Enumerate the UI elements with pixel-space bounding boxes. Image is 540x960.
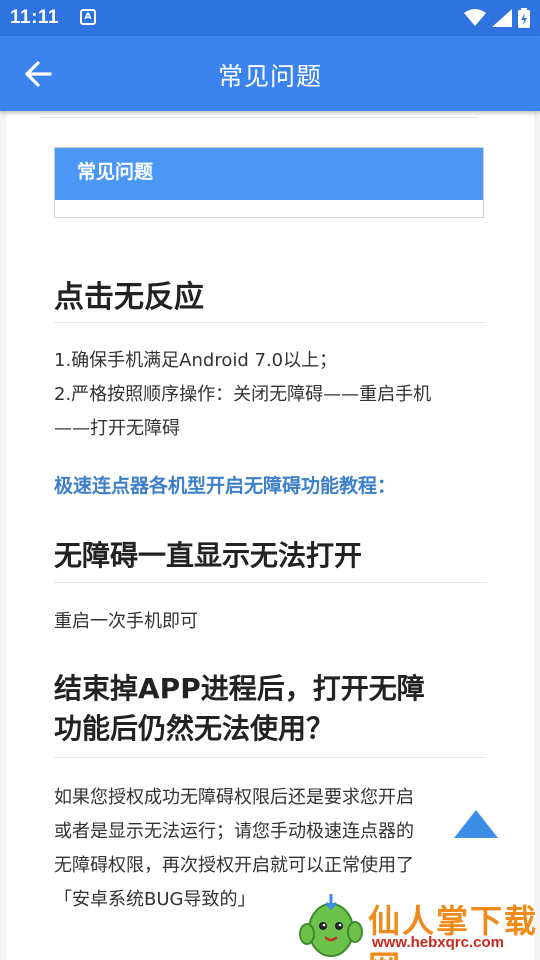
text-line: 2.严格按照顺序操作：关闭无障碍——重启手机 (54, 384, 432, 405)
divider (54, 757, 486, 758)
signal-icon (492, 9, 512, 27)
watermark-url: www.hebxqrc.com (372, 934, 504, 951)
status-icons (464, 6, 530, 30)
status-bar: 11:11 A (0, 0, 540, 36)
heading-line: 功能后仍然无法使用？ (54, 712, 335, 745)
section-heading: 无障碍一直显示无法打开 (54, 539, 363, 572)
text-line: 重启一次手机即可 (54, 611, 198, 632)
battery-icon (518, 8, 530, 28)
section-text: 重启一次手机即可 (54, 605, 494, 639)
text-line: 或者是显示无法运行；请您手动极速连点器的 (54, 821, 414, 842)
scroll-to-top-button[interactable] (452, 808, 500, 842)
app-bar: 常见问题 (0, 36, 540, 111)
cactus-mascot-icon (299, 894, 363, 957)
divider (40, 117, 478, 118)
section-heading: 点击无反应 (54, 280, 204, 315)
text-line: 1.确保手机满足Android 7.0以上； (54, 350, 338, 371)
faq-box-header: 常见问题 (55, 148, 483, 200)
section-heading: 结束掉APP进程后，打开无障 功能后仍然无法使用？ (54, 669, 425, 749)
page-title: 常见问题 (217, 62, 322, 91)
status-time: 11:11 (10, 7, 59, 28)
notification-icon: A (80, 9, 96, 25)
heading-line: 结束掉APP进程后，打开无障 (54, 672, 425, 705)
text-line: 如果您授权成功无障碍权限后还是要求您开启 (54, 787, 414, 808)
faq-box: 常见问题 (54, 147, 484, 218)
divider (54, 582, 486, 583)
tutorial-link[interactable]: 极速连点器各机型开启无障碍功能教程： (54, 471, 396, 498)
watermark: 仙人掌下载网 www.hebxqrc.com (296, 890, 540, 960)
section-text: 1.确保手机满足Android 7.0以上； 2.严格按照顺序操作：关闭无障碍—… (54, 344, 494, 446)
text-line: ——打开无障碍 (54, 418, 180, 439)
text-line: 无障碍权限，再次授权开启就可以正常使用了 (54, 855, 414, 876)
wifi-icon (464, 9, 486, 26)
divider (54, 322, 486, 323)
scroll-to-top-icon (454, 810, 498, 838)
